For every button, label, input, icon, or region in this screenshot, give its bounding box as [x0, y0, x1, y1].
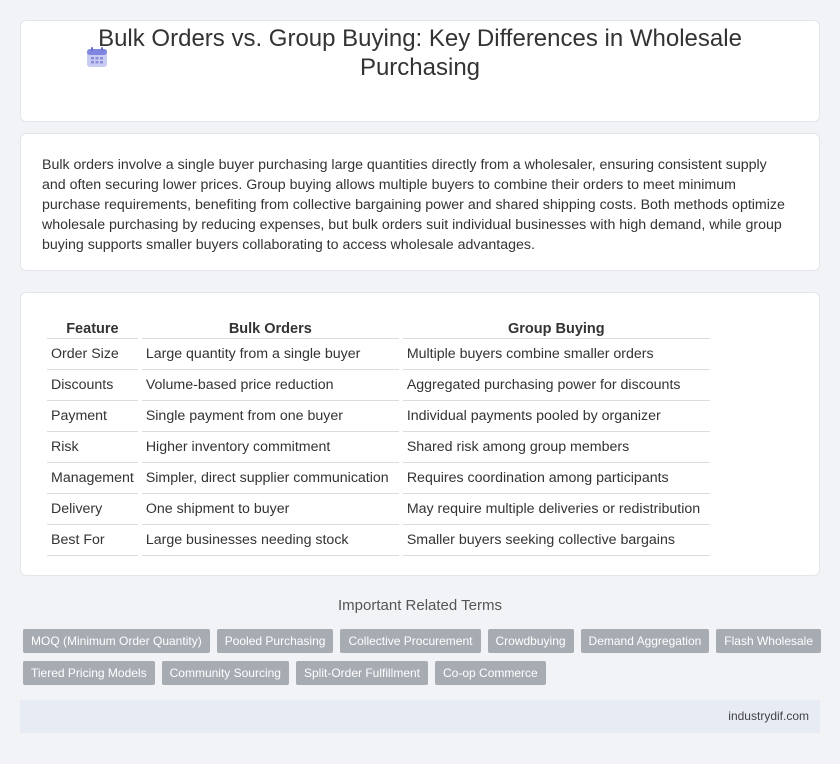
bulk-cell: Large businesses needing stock — [141, 525, 399, 556]
table-row: Order Size Large quantity from a single … — [47, 339, 710, 370]
header-group-buying: Group Buying — [402, 315, 710, 339]
feature-cell: Delivery — [47, 494, 138, 525]
footer-site[interactable]: industrydif.com — [728, 709, 809, 723]
page-title: Bulk Orders vs. Group Buying: Key Differ… — [98, 25, 742, 81]
group-cell: May require multiple deliveries or redis… — [402, 494, 710, 525]
bulk-cell: Large quantity from a single buyer — [141, 339, 399, 370]
group-cell: Shared risk among group members — [402, 432, 710, 463]
table-row: Payment Single payment from one buyer In… — [47, 401, 710, 432]
intro-card: Bulk orders involve a single buyer purch… — [20, 133, 820, 271]
tag-row-2: Tiered Pricing Models Community Sourcing… — [23, 661, 823, 685]
related-terms-title: Important Related Terms — [338, 597, 502, 614]
feature-cell: Risk — [47, 432, 138, 463]
tag-tiered-pricing[interactable]: Tiered Pricing Models — [23, 661, 155, 685]
tag-row-1: MOQ (Minimum Order Quantity) Pooled Purc… — [23, 629, 823, 653]
feature-cell: Best For — [47, 525, 138, 556]
table-row: Delivery One shipment to buyer May requi… — [47, 494, 710, 525]
table-row: Management Simpler, direct supplier comm… — [47, 463, 710, 494]
table-row: Discounts Volume-based price reduction A… — [47, 370, 710, 401]
feature-cell: Payment — [47, 401, 138, 432]
bulk-cell: Simpler, direct supplier communication — [141, 463, 399, 494]
bulk-cell: Volume-based price reduction — [141, 370, 399, 401]
table-row: Risk Higher inventory commitment Shared … — [47, 432, 710, 463]
related-terms-tags: MOQ (Minimum Order Quantity) Pooled Purc… — [23, 629, 823, 693]
bulk-cell: Single payment from one buyer — [141, 401, 399, 432]
table-header-row: Feature Bulk Orders Group Buying — [47, 315, 710, 339]
bulk-cell: One shipment to buyer — [141, 494, 399, 525]
comparison-table: Feature Bulk Orders Group Buying Order S… — [43, 315, 714, 556]
comparison-card: Feature Bulk Orders Group Buying Order S… — [20, 292, 820, 576]
group-cell: Smaller buyers seeking collective bargai… — [402, 525, 710, 556]
intro-paragraph: Bulk orders involve a single buyer purch… — [42, 157, 785, 253]
footer: industrydif.com — [20, 700, 820, 733]
bulk-cell: Higher inventory commitment — [141, 432, 399, 463]
header-bulk-orders: Bulk Orders — [141, 315, 399, 339]
tag-crowdbuying[interactable]: Crowdbuying — [487, 629, 574, 653]
table-row: Best For Large businesses needing stock … — [47, 525, 710, 556]
tag-moq[interactable]: MOQ (Minimum Order Quantity) — [23, 629, 210, 653]
feature-cell: Management — [47, 463, 138, 494]
header-feature: Feature — [47, 315, 138, 339]
tag-split-order[interactable]: Split-Order Fulfillment — [295, 661, 429, 685]
group-cell: Multiple buyers combine smaller orders — [402, 339, 710, 370]
tag-pooled-purchasing[interactable]: Pooled Purchasing — [216, 629, 334, 653]
feature-cell: Order Size — [47, 339, 138, 370]
tag-community-sourcing[interactable]: Community Sourcing — [161, 661, 289, 685]
group-cell: Requires coordination among participants — [402, 463, 710, 494]
tag-coop-commerce[interactable]: Co-op Commerce — [435, 661, 546, 685]
group-cell: Aggregated purchasing power for discount… — [402, 370, 710, 401]
tag-collective-procurement[interactable]: Collective Procurement — [340, 629, 481, 653]
tag-flash-wholesale[interactable]: Flash Wholesale — [716, 629, 822, 653]
tag-demand-aggregation[interactable]: Demand Aggregation — [580, 629, 710, 653]
feature-cell: Discounts — [47, 370, 138, 401]
group-cell: Individual payments pooled by organizer — [402, 401, 710, 432]
